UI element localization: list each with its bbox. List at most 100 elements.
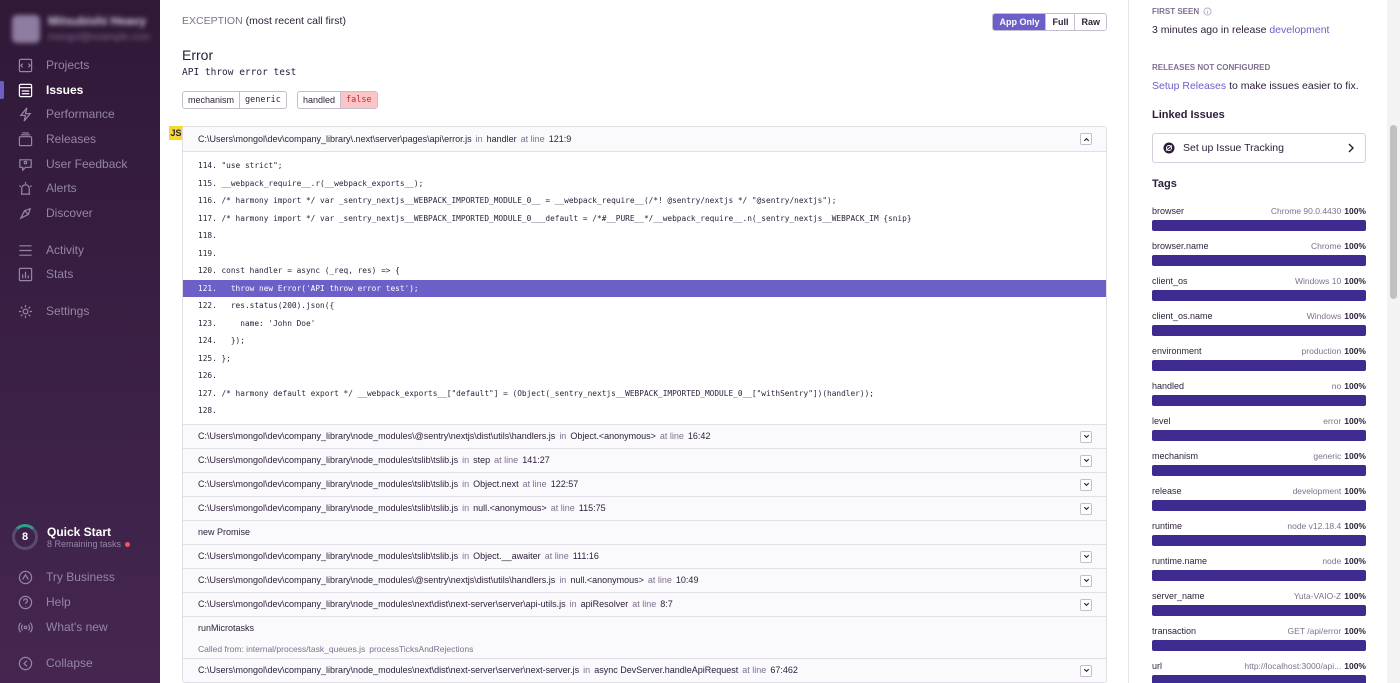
tag-distribution-bar[interactable] bbox=[1152, 430, 1366, 441]
tag-row[interactable]: handled no 100% bbox=[1152, 379, 1366, 414]
frame-row[interactable]: C:\Users\mongol\dev\company_library\node… bbox=[183, 423, 1106, 448]
tag-distribution-bar[interactable] bbox=[1152, 675, 1366, 683]
frame-row[interactable]: C:\Users\mongol\dev\company_library\node… bbox=[183, 657, 1106, 682]
tag-percent: 100% bbox=[1344, 311, 1366, 321]
tag-row[interactable]: runtime.name node 100% bbox=[1152, 554, 1366, 589]
first-seen-label-text: FIRST SEEN bbox=[1152, 7, 1200, 16]
sidebar-item-activity[interactable]: Activity bbox=[0, 239, 160, 261]
tag-row[interactable]: runtime node v12.18.4 100% bbox=[1152, 519, 1366, 554]
called-from-fn: processTicksAndRejections bbox=[369, 643, 474, 654]
frame-line: 121:9 bbox=[548, 134, 572, 144]
chevron-down-icon[interactable] bbox=[1080, 574, 1092, 587]
tag-row[interactable]: release development 100% bbox=[1152, 484, 1366, 519]
frame-line: 16:42 bbox=[687, 431, 711, 441]
quick-start[interactable]: 8 Quick Start 8 Remaining tasks bbox=[12, 524, 131, 550]
sidebar-item-help[interactable]: Help bbox=[0, 591, 160, 613]
tag-distribution-bar[interactable] bbox=[1152, 570, 1366, 581]
sidebar-item-releases[interactable]: Releases bbox=[0, 128, 160, 150]
tag-row[interactable]: transaction GET /api/error 100% bbox=[1152, 624, 1366, 659]
tag-distribution-bar[interactable] bbox=[1152, 500, 1366, 511]
tag-row[interactable]: url http://localhost:3000/api... 100% bbox=[1152, 659, 1366, 683]
tag-distribution-bar[interactable] bbox=[1152, 535, 1366, 546]
org-switcher[interactable]: Mitsubishi Heavy mongol@example.com bbox=[12, 14, 150, 43]
tag-key: browser bbox=[1152, 206, 1185, 216]
frame-line: 141:27 bbox=[522, 455, 550, 465]
scrollbar-thumb[interactable] bbox=[1390, 125, 1397, 299]
code-line-number: 123. bbox=[198, 318, 217, 328]
tag-key: transaction bbox=[1152, 626, 1197, 636]
sidebar-item-performance[interactable]: Performance bbox=[0, 103, 160, 125]
frame-row[interactable]: C:\Users\mongol\dev\company_library\node… bbox=[183, 495, 1106, 520]
issue-tracking-button[interactable]: Set up Issue Tracking bbox=[1152, 133, 1366, 163]
frame-row[interactable]: C:\Users\mongol\dev\company_library\.nex… bbox=[183, 127, 1106, 151]
sidebar-item-stats[interactable]: Stats bbox=[0, 263, 160, 285]
sidebar-item-alerts[interactable]: Alerts bbox=[0, 177, 160, 199]
tag-row[interactable]: server_name Yuta-VAIO-Z 100% bbox=[1152, 589, 1366, 624]
sidebar-item-whats-new[interactable]: What's new bbox=[0, 616, 160, 638]
first-seen-label: FIRST SEEN bbox=[1152, 7, 1366, 16]
first-seen-release-link[interactable]: development bbox=[1269, 24, 1329, 36]
code-line: 127. /* harmony default export */ __webp… bbox=[183, 385, 1106, 403]
frame-at-line-word: at line bbox=[544, 551, 569, 561]
first-seen-mid: in release bbox=[1220, 24, 1267, 36]
tag-row[interactable]: mechanism generic 100% bbox=[1152, 449, 1366, 484]
discover-icon bbox=[18, 206, 33, 221]
tag-row[interactable]: client_os.name Windows 100% bbox=[1152, 309, 1366, 344]
sidebar-item-label: User Feedback bbox=[46, 157, 128, 171]
full-button[interactable]: Full bbox=[1045, 14, 1075, 30]
sidebar-item-projects[interactable]: Projects bbox=[0, 54, 160, 76]
tag-distribution-bar[interactable] bbox=[1152, 290, 1366, 301]
frame-row[interactable]: C:\Users\mongol\dev\company_library\node… bbox=[183, 543, 1106, 568]
sidebar-item-label: Projects bbox=[46, 58, 90, 72]
code-line: 115. __webpack_require__.r(__webpack_exp… bbox=[183, 175, 1106, 193]
frame-row[interactable]: C:\Users\mongol\dev\company_library\node… bbox=[183, 447, 1106, 472]
frame-in-word: in bbox=[462, 455, 470, 465]
tag-value: node bbox=[1322, 556, 1342, 566]
chevron-down-icon[interactable] bbox=[1080, 664, 1092, 677]
chevron-down-icon[interactable] bbox=[1080, 550, 1092, 563]
code-line-number: 116. bbox=[198, 196, 217, 205]
frame-in-word: in bbox=[462, 503, 470, 513]
tag-distribution-bar[interactable] bbox=[1152, 220, 1366, 231]
tag-row[interactable]: browser.name Chrome 100% bbox=[1152, 239, 1366, 274]
scrollbar[interactable] bbox=[1387, 0, 1400, 683]
chevron-down-icon[interactable] bbox=[1080, 502, 1092, 515]
frame-row[interactable]: C:\Users\mongol\dev\company_library\node… bbox=[183, 471, 1106, 496]
tag-distribution-bar[interactable] bbox=[1152, 360, 1366, 371]
frame-plain-text: runMicrotasks bbox=[198, 623, 255, 633]
setup-releases-link[interactable]: Setup Releases bbox=[1152, 80, 1226, 92]
chevron-down-icon[interactable] bbox=[1080, 478, 1092, 491]
frame-row[interactable]: C:\Users\mongol\dev\company_library\node… bbox=[183, 591, 1106, 616]
frame-file: C:\Users\mongol\dev\company_library\node… bbox=[198, 431, 556, 441]
chevron-down-icon[interactable] bbox=[1080, 598, 1092, 611]
code-line: 116. /* harmony import */ var _sentry_ne… bbox=[183, 192, 1106, 210]
frame-file: C:\Users\mongol\dev\company_library\node… bbox=[198, 455, 459, 465]
sidebar-item-discover[interactable]: Discover bbox=[0, 202, 160, 224]
tag-row[interactable]: browser Chrome 90.0.4430 100% bbox=[1152, 204, 1366, 239]
chevron-up-icon[interactable] bbox=[1080, 133, 1092, 145]
app-only-button[interactable]: App Only bbox=[993, 14, 1046, 30]
chevron-down-icon[interactable] bbox=[1080, 454, 1092, 467]
tag-distribution-bar[interactable] bbox=[1152, 395, 1366, 406]
tag-row[interactable]: environment production 100% bbox=[1152, 344, 1366, 379]
sidebar-item-settings[interactable]: Settings bbox=[0, 300, 160, 322]
sidebar-item-try-business[interactable]: Try Business bbox=[0, 566, 160, 588]
tag-distribution-bar[interactable] bbox=[1152, 640, 1366, 651]
tag-percent: 100% bbox=[1344, 276, 1366, 286]
sidebar-item-collapse[interactable]: Collapse bbox=[0, 652, 160, 674]
code-line-number: 125. bbox=[198, 353, 217, 363]
chevron-down-icon[interactable] bbox=[1080, 430, 1092, 443]
frame-row[interactable]: C:\Users\mongol\dev\company_library\node… bbox=[183, 567, 1106, 592]
tag-row[interactable]: client_os Windows 10 100% bbox=[1152, 274, 1366, 309]
tag-key: level bbox=[1152, 416, 1171, 426]
sidebar-item-issues[interactable]: Issues bbox=[0, 79, 160, 101]
sidebar-item-user-feedback[interactable]: User Feedback bbox=[0, 153, 160, 175]
tag-distribution-bar[interactable] bbox=[1152, 325, 1366, 336]
sidebar: Mitsubishi Heavy mongol@example.com Proj… bbox=[0, 0, 160, 683]
tag-row[interactable]: level error 100% bbox=[1152, 414, 1366, 449]
tag-distribution-bar[interactable] bbox=[1152, 255, 1366, 266]
raw-button[interactable]: Raw bbox=[1074, 14, 1106, 30]
tag-distribution-bar[interactable] bbox=[1152, 465, 1366, 476]
tag-distribution-bar[interactable] bbox=[1152, 605, 1366, 616]
exception-panel: EXCEPTION (most recent call first) App O… bbox=[169, 0, 1107, 683]
